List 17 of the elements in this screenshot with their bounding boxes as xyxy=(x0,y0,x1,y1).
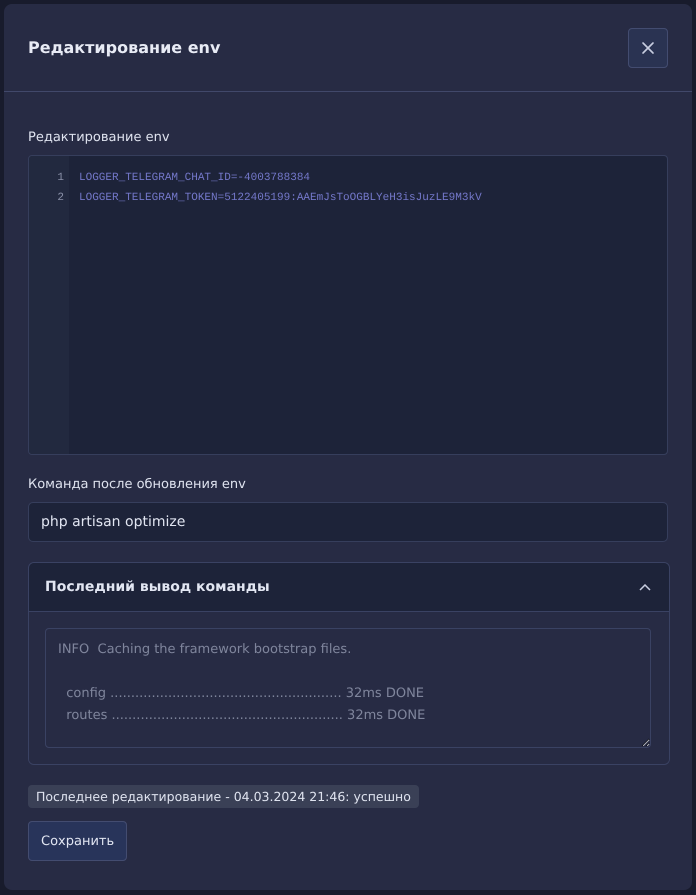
field-label: Команда после обновления env xyxy=(28,477,246,492)
line-number: 2 xyxy=(56,191,65,206)
command-input-field[interactable]: php artisan optimize xyxy=(28,502,668,542)
code-line: LOGGER_TELEGRAM_CHAT_ID=-4003788384 xyxy=(79,171,312,186)
accordion-header[interactable]: Последний вывод команды xyxy=(29,563,669,612)
line-number: 1 xyxy=(56,171,65,186)
code-line: LOGGER_TELEGRAM_TOKEN=5122405199:AAEmJsToOGBLYeH3isJuzLE9M3kV xyxy=(79,191,482,206)
accordion-title: Последний вывод команды xyxy=(45,579,270,595)
field-label: Редактирование env xyxy=(28,130,170,145)
status-badge: Последнее редактирование - 04.03.2024 21:46: успешно xyxy=(28,785,419,808)
chevron-up-icon xyxy=(639,584,651,590)
close-icon xyxy=(641,40,655,54)
output-text-area[interactable]: INFO Caching the framework bootstrap files. config ........................................................ 32ms DONE routes ........................................................ 32ms DONE xyxy=(45,628,651,748)
close-button[interactable] xyxy=(628,28,668,68)
code-editor[interactable]: 1 2 LOGGER_TELEGRAM_CHAT_ID=-4003788384 LOGGER_TELEGRAM_TOKEN=5122405199:AAEmJsToOGBLYeH3isJuzLE9M3kV xyxy=(28,155,668,455)
dialog-title: Редактирование env xyxy=(28,38,220,57)
save-button[interactable]: Сохранить xyxy=(28,821,128,861)
